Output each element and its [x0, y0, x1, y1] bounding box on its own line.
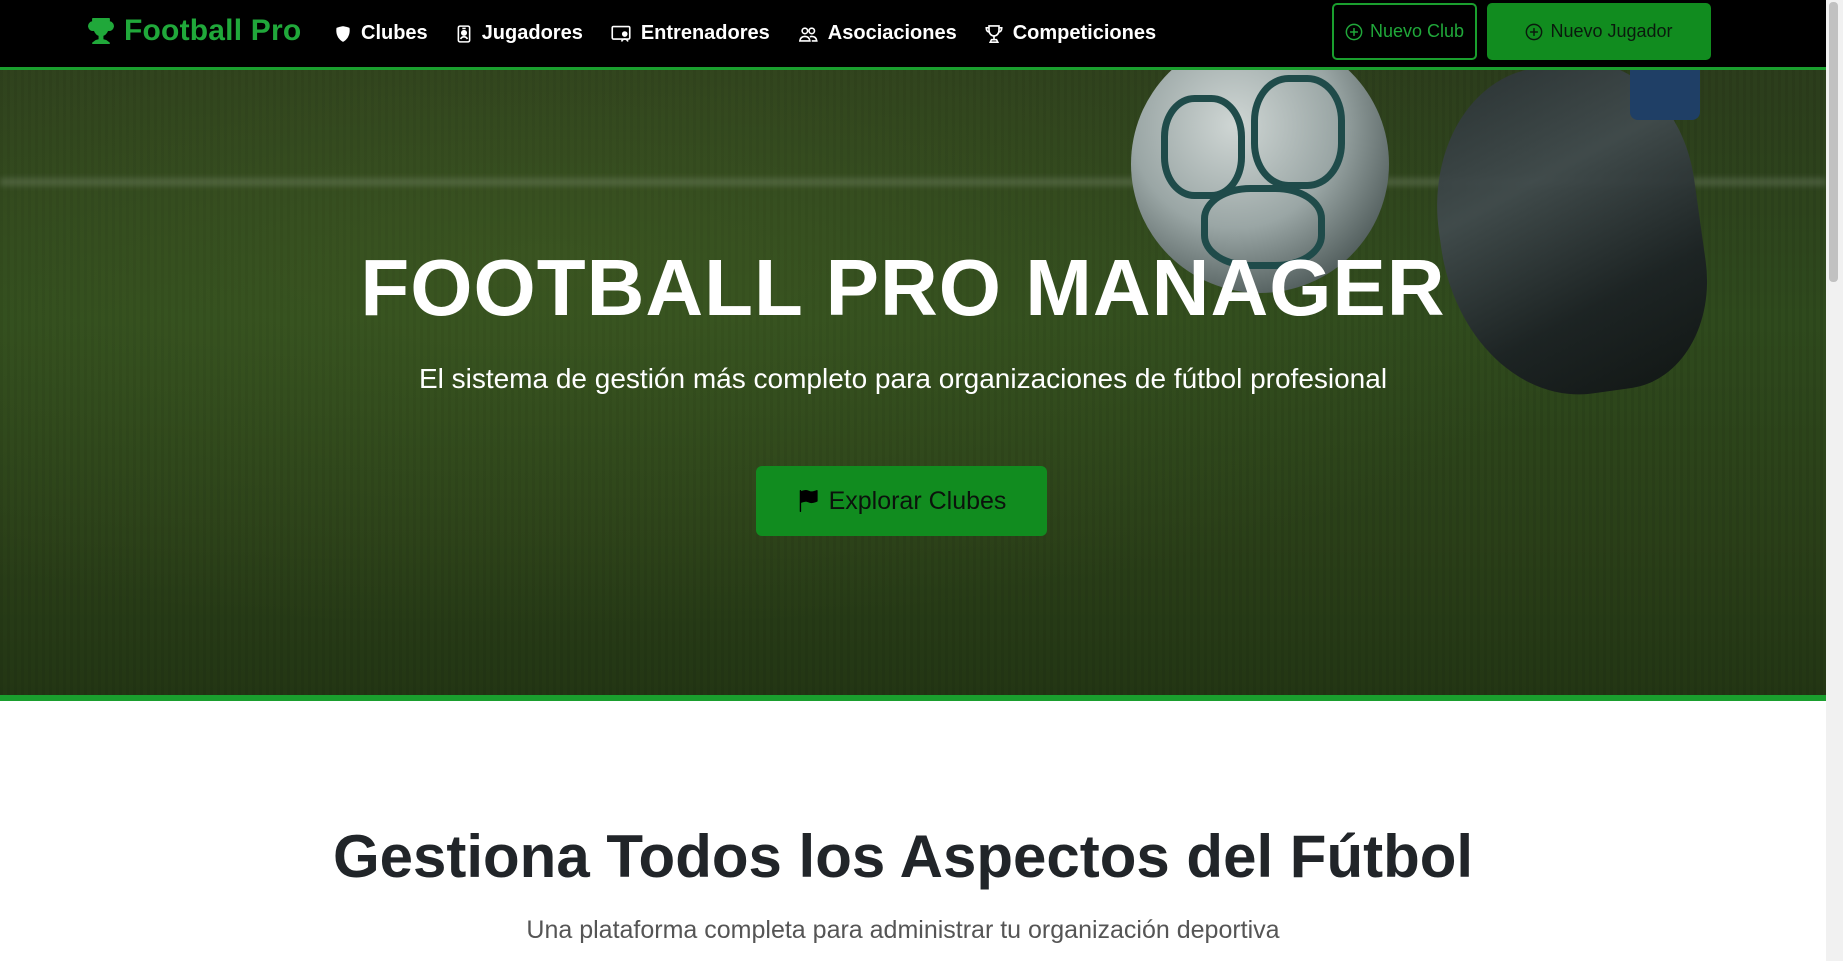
nav-label-entrenadores: Entrenadores [640, 22, 770, 44]
boot-image [1418, 70, 1722, 412]
new-player-label: Nuevo Jugador [1550, 21, 1673, 41]
hero-title: FOOTBALL PRO MANAGER [360, 243, 1446, 332]
explore-clubs-button[interactable]: Explorar Clubes [756, 466, 1047, 536]
trophy-outline-icon [985, 24, 1003, 43]
new-club-button[interactable]: Nuevo Club [1332, 3, 1477, 60]
scrollbar-thumb[interactable] [1829, 2, 1838, 282]
shield-icon [336, 25, 350, 42]
sock-image [1630, 70, 1700, 120]
nav-item-competiciones[interactable]: Competiciones [984, 22, 1156, 45]
brand-name: Football Pro [124, 14, 302, 47]
nav-label-clubes: Clubes [361, 22, 428, 44]
explore-clubs-label: Explorar Clubes [828, 486, 1007, 515]
trophy-icon [88, 18, 114, 44]
nav-links: Clubes Jugadores Entrenadores Asociacion… [334, 0, 1183, 67]
nav-item-asociaciones[interactable]: Asociaciones [797, 22, 957, 45]
flag-icon [799, 490, 818, 512]
top-navbar: Football Pro Clubes Jugadores Entrenador… [0, 0, 1826, 70]
people-icon [798, 26, 818, 42]
new-player-button[interactable]: Nuevo Jugador [1487, 3, 1711, 60]
id-badge-icon [457, 24, 471, 43]
brand-link[interactable]: Football Pro [88, 14, 301, 48]
plus-circle-icon [1526, 23, 1543, 40]
nav-item-clubes[interactable]: Clubes [334, 22, 428, 45]
hero-section: FOOTBALL PRO MANAGER El sistema de gesti… [0, 70, 1826, 695]
nav-label-jugadores: Jugadores [481, 22, 583, 44]
nav-label-asociaciones: Asociaciones [827, 22, 957, 44]
hero-subtitle: El sistema de gestión más completo para … [418, 363, 1388, 394]
hero-bottom-border [0, 695, 1826, 701]
person-board-icon [611, 25, 631, 42]
nav-item-entrenadores[interactable]: Entrenadores [610, 22, 770, 45]
nav-item-jugadores[interactable]: Jugadores [455, 22, 583, 45]
plus-circle-icon [1345, 23, 1363, 40]
new-club-label: Nuevo Club [1369, 21, 1465, 41]
features-title: Gestiona Todos los Aspectos del Fútbol [332, 823, 1474, 890]
nav-label-competiciones: Competiciones [1012, 22, 1157, 44]
features-subtitle: Una plataforma completa para administrar… [526, 916, 1280, 944]
